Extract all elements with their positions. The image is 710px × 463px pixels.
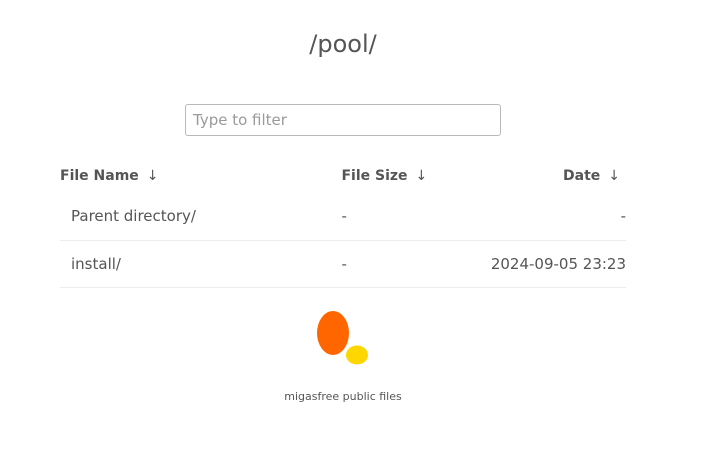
column-header-file-size[interactable]: File Size ↓ bbox=[341, 158, 490, 193]
table-header-row: File Name ↓ File Size ↓ Date ↓ bbox=[60, 158, 626, 193]
parent-directory-link[interactable]: Parent directory/ bbox=[71, 207, 196, 225]
sort-arrow-icon: ↓ bbox=[146, 167, 159, 184]
sort-arrow-icon: ↓ bbox=[608, 167, 620, 184]
logo-yellow-blob bbox=[346, 345, 368, 365]
table-row[interactable]: install/ - 2024-09-05 23:23 bbox=[60, 240, 626, 288]
file-name-cell: install/ bbox=[60, 240, 342, 288]
table-row[interactable]: Parent directory/ - - bbox=[60, 193, 626, 241]
column-header-label: Date bbox=[563, 167, 601, 184]
page-title: /pool/ bbox=[309, 30, 377, 58]
date-cell: 2024-09-05 23:23 bbox=[490, 240, 626, 288]
page: /pool/ File Name ↓ File Size ↓ Date ↓ Paren… bbox=[0, 0, 710, 463]
migasfree-logo-icon bbox=[317, 311, 368, 365]
file-name-cell: Parent directory/ bbox=[60, 193, 342, 241]
column-header-file-name[interactable]: File Name ↓ bbox=[60, 158, 341, 193]
file-size-cell: - bbox=[341, 240, 491, 288]
file-table: File Name ↓ File Size ↓ Date ↓ Parent direc… bbox=[60, 158, 626, 288]
file-size-cell: - bbox=[341, 193, 491, 241]
column-header-date[interactable]: Date ↓ bbox=[491, 158, 626, 193]
column-header-label: File Name bbox=[60, 167, 139, 184]
install-folder-link[interactable]: install/ bbox=[71, 255, 121, 273]
footer-text: migasfree public files bbox=[284, 390, 402, 403]
sort-arrow-icon: ↓ bbox=[415, 167, 428, 184]
date-cell: - bbox=[490, 193, 626, 241]
logo-orange-blob bbox=[317, 311, 349, 355]
filter-input[interactable] bbox=[185, 104, 501, 136]
column-header-label: File Size bbox=[341, 167, 408, 184]
